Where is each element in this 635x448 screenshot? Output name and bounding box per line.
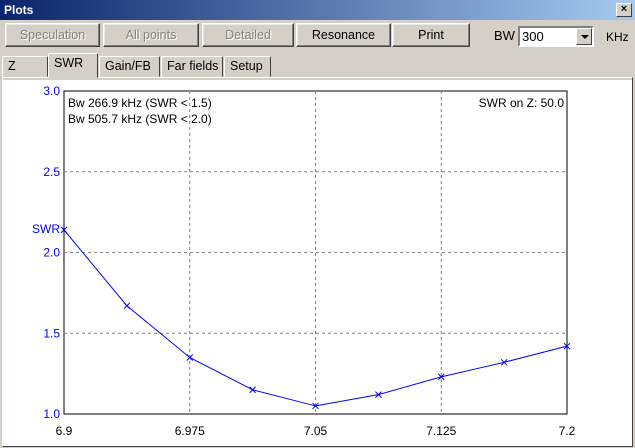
all-points-button[interactable]: All points	[103, 23, 199, 47]
swr-plot-area: 6.9 6.975 7.05 7.125 7.2 1.0 1.5 2.0 2.5 3.0 SWR Bw…	[3, 80, 632, 446]
bandwidth-annotation-1-5: Bw 266.9 kHz (SWR < 1.5)	[68, 96, 212, 110]
x-tick-label: 6.975	[175, 424, 205, 438]
bw-unit-label: KHz	[606, 30, 629, 44]
window-title: Plots	[4, 3, 34, 17]
swr-data-point	[249, 386, 256, 394]
x-tick-label: 6.9	[56, 424, 73, 438]
x-tick-label: 7.05	[304, 424, 328, 438]
close-button[interactable]: ×	[616, 3, 632, 17]
resonance-button[interactable]: Resonance	[296, 23, 391, 47]
swr-data-point	[123, 302, 131, 310]
swr-reference-annotation: SWR on Z: 50.0	[479, 96, 565, 110]
tab-swr[interactable]: SWR	[48, 53, 98, 78]
x-tick-label: 7.2	[559, 424, 576, 438]
bandwidth-annotation-2-0: Bw 505.7 kHz (SWR < 2.0)	[68, 112, 212, 126]
tab-gain-fb[interactable]: Gain/FB	[99, 56, 160, 77]
y-tick-label: 2.0	[43, 246, 60, 260]
y-tick-label: 1.5	[43, 326, 60, 340]
bw-label: BW	[494, 28, 515, 43]
x-tick-label: 7.125	[426, 424, 456, 438]
y-axis-label: SWR	[32, 222, 60, 236]
bw-value: 300	[522, 29, 544, 44]
chevron-down-icon[interactable]	[576, 28, 592, 45]
y-tick-label: 1.0	[43, 407, 60, 421]
tab-far-fields[interactable]: Far fields	[161, 56, 223, 77]
print-button[interactable]: Print	[392, 23, 470, 47]
swr-chart: 6.9 6.975 7.05 7.125 7.2 1.0 1.5 2.0 2.5 3.0 SWR Bw…	[32, 84, 576, 438]
window-title-bar: Plots ×	[0, 0, 635, 20]
bw-dropdown[interactable]: 300	[518, 26, 594, 47]
detailed-button[interactable]: Detailed	[202, 23, 294, 47]
tab-setup[interactable]: Setup	[224, 56, 271, 77]
tab-z[interactable]: Z	[2, 56, 48, 77]
y-tick-label: 2.5	[43, 165, 60, 179]
y-tick-label: 3.0	[43, 84, 60, 98]
speculation-button[interactable]: Speculation	[5, 23, 100, 47]
